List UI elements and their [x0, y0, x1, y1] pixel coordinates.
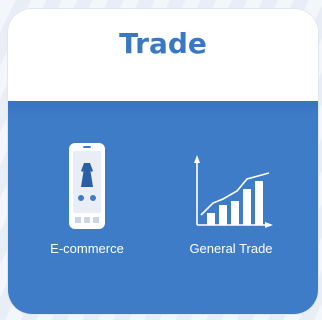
general-trade-label: General Trade: [189, 241, 273, 256]
card-header: Trade: [8, 9, 318, 101]
ecommerce-label: E-commerce: [50, 241, 124, 256]
card-body: E-commerce General Trade: [8, 101, 318, 314]
general-trade-item[interactable]: General Trade: [156, 141, 306, 256]
smartphone-dress-icon: [69, 143, 105, 229]
ecommerce-item[interactable]: E-commerce: [12, 141, 162, 256]
growth-chart-icon: [194, 155, 273, 228]
card-title: Trade: [119, 26, 207, 60]
trade-card[interactable]: Trade E-commerce General Trade: [8, 9, 318, 314]
